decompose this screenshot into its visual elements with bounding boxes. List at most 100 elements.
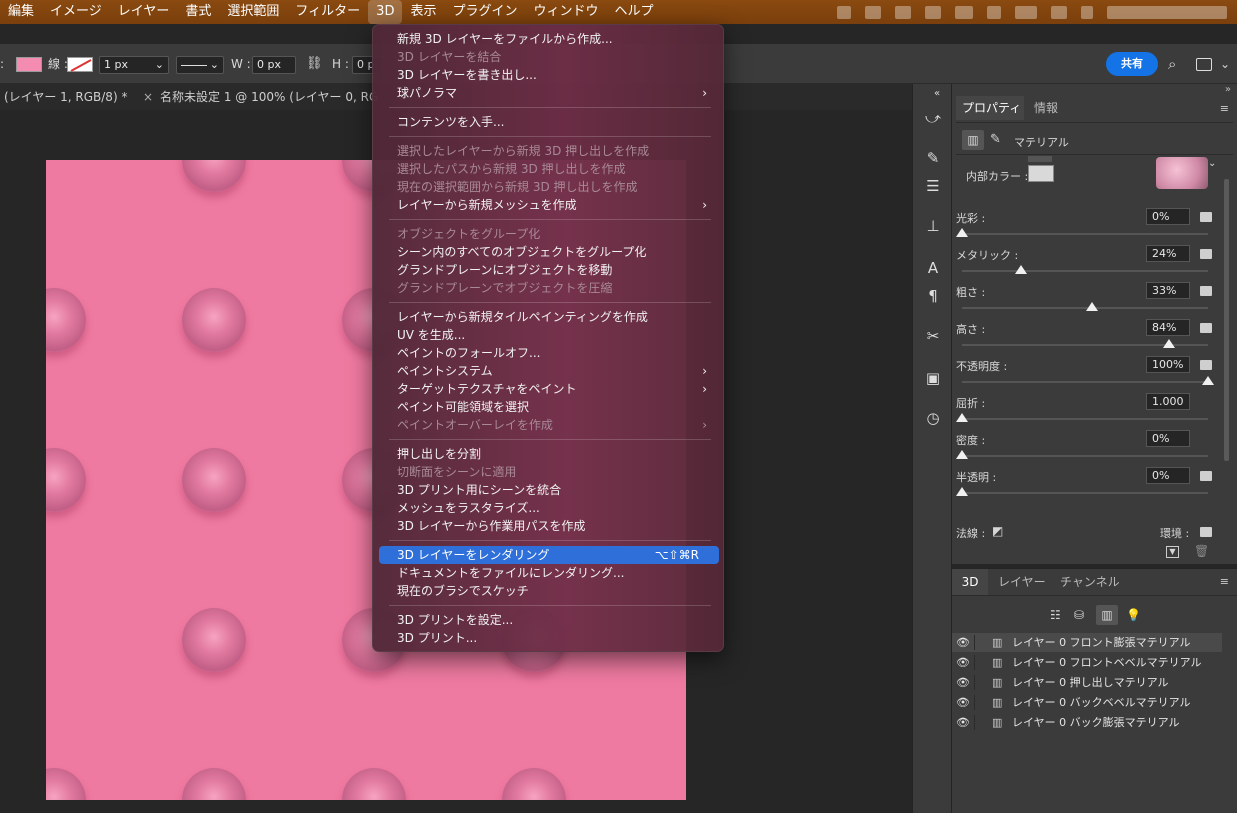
- stamp-icon[interactable]: ⊥: [923, 216, 943, 236]
- menu-item[interactable]: ペイントのフォールオフ...: [379, 344, 719, 362]
- adjustments-icon[interactable]: ☰: [923, 176, 943, 196]
- menu-type[interactable]: 書式: [177, 0, 219, 24]
- menu-item[interactable]: 3D プリント用にシーンを統合: [379, 481, 719, 499]
- trash-icon[interactable]: 🗑: [1194, 544, 1209, 558]
- property-slider-thumb[interactable]: [1086, 302, 1099, 311]
- visibility-eye-icon[interactable]: 👁: [956, 633, 970, 652]
- tab-info[interactable]: 情報: [1034, 96, 1058, 120]
- collapse-icon[interactable]: «: [927, 84, 947, 104]
- menu-item[interactable]: ドキュメントをファイルにレンダリング...: [379, 564, 719, 582]
- menu-item[interactable]: ペイント可能領域を選択: [379, 398, 719, 416]
- inner-color-swatch[interactable]: [1028, 165, 1054, 182]
- tab-document-2[interactable]: 名称未設定 1 @ 100% (レイヤー 0, RG: [160, 84, 378, 110]
- menu-item[interactable]: 新規 3D レイヤーをファイルから作成...: [379, 30, 719, 48]
- material-icon[interactable]: ▥: [962, 130, 984, 150]
- collapse-icon[interactable]: »: [1225, 84, 1231, 95]
- paragraph-icon[interactable]: ¶: [923, 286, 943, 306]
- menu-item[interactable]: コンテンツを入手...: [379, 113, 719, 131]
- menu-item[interactable]: レイヤーから新規タイルペインティングを作成: [379, 308, 719, 326]
- menu-item[interactable]: レイヤーから新規メッシュを作成 ›: [379, 196, 719, 214]
- property-slider-thumb[interactable]: [1162, 339, 1175, 348]
- menu-item[interactable]: 押し出しを分割: [379, 445, 719, 463]
- panel-menu-icon[interactable]: ≡: [1220, 102, 1229, 115]
- property-slider-track[interactable]: [962, 455, 1208, 457]
- history-icon[interactable]: ◷: [923, 408, 943, 428]
- menu-item[interactable]: 3D プリント...: [379, 629, 719, 647]
- width-field[interactable]: 0 px: [252, 56, 296, 74]
- menu-edit[interactable]: 編集: [0, 0, 42, 24]
- layer-row[interactable]: 👁 ▥ レイヤー 0 バックベベルマテリアル: [952, 693, 1222, 712]
- material-preview-thumbnail[interactable]: [1156, 157, 1208, 189]
- tool-presets-icon[interactable]: ✂: [923, 326, 943, 346]
- fill-color-swatch[interactable]: [16, 57, 42, 72]
- menu-item[interactable]: 3D レイヤーから作業用パスを作成: [379, 517, 719, 535]
- tab-channels[interactable]: チャンネル: [1060, 569, 1120, 595]
- menu-layer[interactable]: レイヤー: [110, 0, 178, 24]
- status-icon[interactable]: [1081, 5, 1093, 19]
- folder-icon[interactable]: [1200, 286, 1212, 296]
- property-value-field[interactable]: 33%: [1146, 282, 1190, 299]
- property-slider-track[interactable]: [962, 270, 1208, 272]
- property-slider-track[interactable]: [962, 418, 1208, 420]
- status-icon[interactable]: [1051, 5, 1067, 19]
- menu-item[interactable]: ペイントシステム ›: [379, 362, 719, 380]
- property-value-field[interactable]: 100%: [1146, 356, 1190, 373]
- menu-item[interactable]: 3D レイヤーをレンダリング ⌥⇧⌘R: [379, 546, 719, 564]
- stroke-width-select[interactable]: 1 px ⌄: [99, 56, 169, 74]
- property-slider-thumb[interactable]: [956, 450, 968, 459]
- folder-icon[interactable]: [1200, 249, 1212, 259]
- menu-view[interactable]: 表示: [402, 0, 444, 24]
- property-value-field[interactable]: 24%: [1146, 245, 1190, 262]
- layer-row[interactable]: 👁 ▥ レイヤー 0 フロント膨張マテリアル: [952, 633, 1222, 652]
- folder-icon[interactable]: [1200, 471, 1212, 481]
- mesh-filter-icon[interactable]: ⛁: [1074, 608, 1084, 622]
- property-value-field[interactable]: 0%: [1146, 208, 1190, 225]
- stroke-type-select[interactable]: ⌄: [176, 56, 224, 74]
- menu-item[interactable]: 3D プリントを設定...: [379, 611, 719, 629]
- property-slider-thumb[interactable]: [956, 413, 968, 422]
- property-value-field[interactable]: 84%: [1146, 319, 1190, 336]
- tab-properties[interactable]: プロパティ: [956, 96, 1024, 120]
- brush-icon[interactable]: ✎: [990, 132, 1001, 147]
- tab-document-1[interactable]: (レイヤー 1, RGB/8) *: [4, 84, 127, 110]
- status-icon[interactable]: [1015, 5, 1037, 19]
- property-slider-track[interactable]: [962, 307, 1208, 309]
- status-icon[interactable]: [925, 5, 941, 19]
- folder-icon[interactable]: [1200, 527, 1212, 537]
- menu-item[interactable]: 3D レイヤーを書き出し...: [379, 66, 719, 84]
- light-filter-icon[interactable]: 💡: [1126, 608, 1141, 622]
- property-slider-thumb[interactable]: [956, 487, 968, 496]
- folder-icon[interactable]: [1200, 212, 1212, 222]
- menu-select[interactable]: 選択範囲: [219, 0, 287, 24]
- menu-item[interactable]: 球パノラマ ›: [379, 84, 719, 102]
- property-slider-thumb[interactable]: [1015, 265, 1028, 274]
- scrollbar[interactable]: [1224, 179, 1229, 461]
- new-material-icon[interactable]: ▼: [1166, 546, 1179, 558]
- status-icon[interactable]: [865, 5, 881, 19]
- normal-map-icon[interactable]: ◩: [992, 524, 1003, 538]
- status-icon[interactable]: [895, 5, 911, 19]
- menu-filter[interactable]: フィルター: [287, 0, 368, 24]
- link-icon[interactable]: ⛓: [306, 54, 323, 74]
- stroke-color-swatch[interactable]: [67, 57, 93, 72]
- property-slider-thumb[interactable]: [1202, 376, 1214, 385]
- visibility-eye-icon[interactable]: 👁: [956, 653, 970, 672]
- status-icon[interactable]: [955, 5, 973, 19]
- scene-filter-icon[interactable]: ☷: [1050, 608, 1061, 622]
- menu-item[interactable]: シーン内のすべてのオブジェクトをグループ化: [379, 243, 719, 261]
- tab-close-icon[interactable]: ×: [143, 84, 153, 110]
- property-value-field[interactable]: 0%: [1146, 467, 1190, 484]
- menu-item[interactable]: UV を生成...: [379, 326, 719, 344]
- property-value-field[interactable]: 1.000: [1146, 393, 1190, 410]
- layer-row[interactable]: 👁 ▥ レイヤー 0 押し出しマテリアル: [952, 673, 1222, 692]
- folder-icon[interactable]: [1200, 323, 1212, 333]
- property-slider-thumb[interactable]: [956, 228, 968, 237]
- folder-icon[interactable]: [1200, 360, 1212, 370]
- tab-layers[interactable]: レイヤー: [998, 569, 1046, 595]
- menu-item[interactable]: メッシュをラスタライズ...: [379, 499, 719, 517]
- menu-item[interactable]: ターゲットテクスチャをペイント ›: [379, 380, 719, 398]
- tab-3d[interactable]: 3D: [952, 569, 988, 595]
- status-icon[interactable]: [837, 5, 851, 19]
- share-button[interactable]: 共有: [1106, 52, 1158, 76]
- workspace-icon[interactable]: [1196, 58, 1212, 71]
